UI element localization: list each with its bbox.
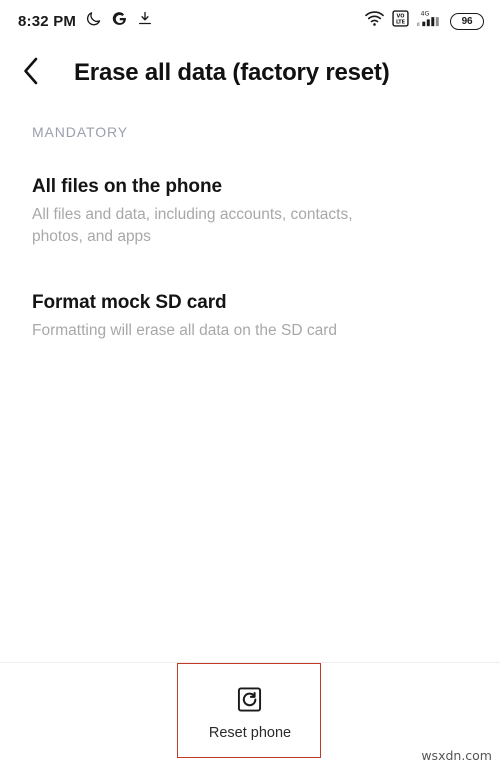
svg-text:ıl: ıl: [417, 22, 420, 28]
volte-icon: VO LTE: [392, 10, 409, 32]
phone-screen: 8:32 PM VO LTE 4G ıl 96 Erase all data (…: [0, 0, 500, 765]
wifi-icon: [364, 10, 385, 32]
list-item-subtitle: Formatting will erase all data on the SD…: [32, 322, 337, 339]
status-bar: 8:32 PM VO LTE 4G ıl 96: [0, 0, 500, 42]
reset-phone-label: Reset phone: [208, 725, 292, 741]
reset-phone-button[interactable]: Reset phone: [183, 677, 317, 751]
signal-bars-icon: 4G ıl: [416, 9, 443, 33]
list-item-all-files[interactable]: All files on the phone All files and dat…: [32, 174, 468, 254]
list-item-subtitle: All files and data, including accounts, …: [32, 206, 353, 245]
back-button[interactable]: [0, 42, 62, 104]
svg-text:VO: VO: [397, 13, 405, 19]
back-chevron-icon: [20, 56, 42, 91]
reset-phone-icon: [237, 687, 262, 717]
status-clock: 8:32 PM: [18, 12, 77, 30]
main-content: MANDATORY All files on the phone All fil…: [0, 104, 500, 663]
google-icon: [111, 10, 128, 32]
status-bar-left: 8:32 PM: [18, 10, 153, 32]
svg-text:LTE: LTE: [396, 20, 406, 26]
moon-icon: [85, 10, 102, 32]
watermark: wsxdn.com: [421, 748, 492, 763]
list-item-title: All files on the phone: [32, 176, 222, 197]
status-bar-right: VO LTE 4G ıl 96: [364, 9, 484, 33]
page-title: Erase all data (factory reset): [74, 59, 390, 86]
battery-indicator: 96: [450, 12, 484, 30]
svg-text:4G: 4G: [421, 10, 430, 17]
list-item-title: Format mock SD card: [32, 292, 227, 313]
section-header-mandatory: MANDATORY: [32, 124, 129, 140]
download-icon: [137, 10, 153, 32]
mandatory-items-list: All files on the phone All files and dat…: [32, 174, 468, 348]
battery-percent-label: 96: [461, 15, 473, 27]
app-bar: Erase all data (factory reset): [0, 42, 500, 104]
list-item-format-sd-card[interactable]: Format mock SD card Formatting will eras…: [32, 290, 468, 348]
